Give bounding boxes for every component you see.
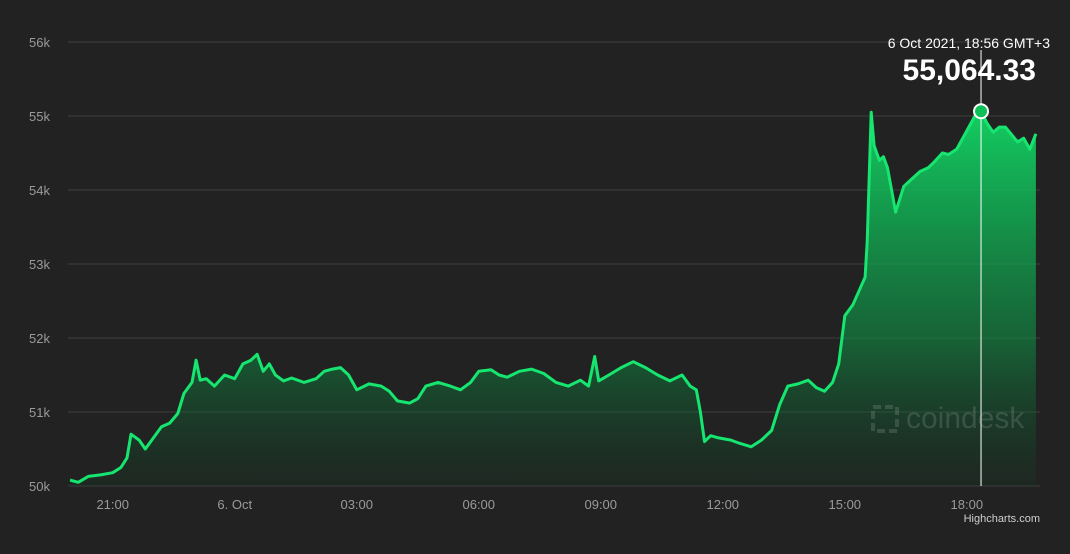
y-tick-label: 55k <box>29 109 50 124</box>
y-tick-label: 53k <box>29 257 50 272</box>
x-tick-label: 12:00 <box>707 497 740 512</box>
x-tick-label: 06:00 <box>462 497 495 512</box>
y-tick-label: 56k <box>29 35 50 50</box>
y-tick-label: 54k <box>29 183 50 198</box>
x-tick-label: 03:00 <box>340 497 373 512</box>
highcharts-credits[interactable]: Highcharts.com <box>964 513 1040 525</box>
tooltip-price: 55,064.33 <box>902 54 1036 87</box>
coindesk-logo-icon <box>871 405 899 433</box>
tooltip-date: 6 Oct 2021, 18:56 GMT+3 <box>887 35 1050 51</box>
y-tick-label: 52k <box>29 331 50 346</box>
x-axis: 21:00 6. Oct 03:00 06:00 09:00 12:00 15:00 18:0… <box>96 497 983 512</box>
x-tick-label: 21:00 <box>96 497 129 512</box>
watermark-text: coindesk <box>906 402 1025 435</box>
x-tick-label: 6. Oct <box>217 497 252 512</box>
x-tick-label: 18:00 <box>951 497 984 512</box>
coindesk-watermark: coindesk <box>870 402 1024 436</box>
hover-point-marker[interactable] <box>973 103 990 120</box>
x-tick-label: 09:00 <box>584 497 617 512</box>
y-tick-label: 50k <box>29 479 50 494</box>
y-tick-label: 51k <box>29 405 50 420</box>
x-tick-label: 15:00 <box>829 497 862 512</box>
y-axis: 50k 51k 52k 53k 54k 55k 56k <box>29 35 50 494</box>
